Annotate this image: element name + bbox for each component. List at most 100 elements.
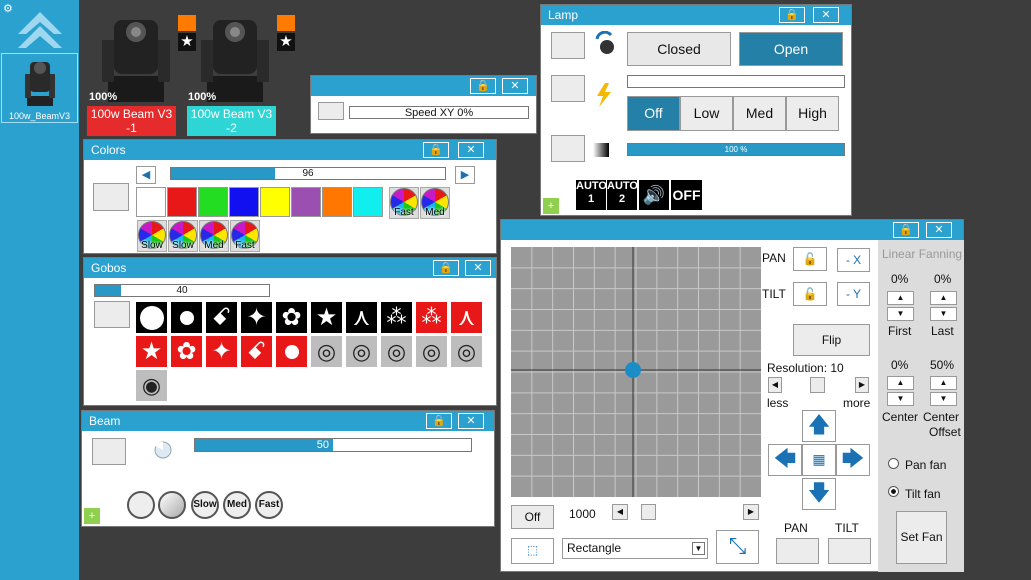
- color-wheel-med[interactable]: Med: [420, 187, 450, 219]
- speed-toggle-button[interactable]: [318, 102, 344, 120]
- colors-window-titlebar[interactable]: Colors 🔒 ✕: [84, 140, 496, 160]
- beam-window-titlebar[interactable]: Beam 🔒 ✕: [82, 411, 494, 431]
- pan-tilt-grid[interactable]: [511, 247, 761, 497]
- gobo-star-icon[interactable]: ★: [311, 302, 342, 333]
- pantilt-off-button[interactable]: Off: [511, 505, 554, 529]
- color-swatch[interactable]: [229, 187, 259, 217]
- tilt-bottom-button[interactable]: [828, 538, 871, 564]
- gobo-swirl-icon[interactable]: ꗃ: [206, 302, 237, 333]
- speed-slider-thumb[interactable]: [641, 504, 656, 520]
- lamp-window-titlebar[interactable]: Lamp 🔒 ✕: [541, 5, 851, 25]
- gobo-dot-icon[interactable]: [171, 302, 202, 333]
- up-arrow-icon[interactable]: [16, 10, 64, 50]
- gobo-rotate-icon[interactable]: ◉: [136, 370, 167, 401]
- center-grid-icon[interactable]: ▦: [802, 444, 836, 476]
- auto-2-button[interactable]: AUTO 2: [607, 180, 638, 210]
- strobe-slider[interactable]: [627, 75, 845, 88]
- gobo-red-flower-icon[interactable]: ✿: [171, 336, 202, 367]
- color-wheel-fast[interactable]: Fast: [389, 187, 419, 219]
- up-arrow-icon[interactable]: 🡅: [802, 410, 836, 442]
- fixture-1-label[interactable]: 100w Beam V3 -1: [87, 106, 176, 136]
- speed-xy-slider[interactable]: Speed XY 0%: [349, 106, 529, 119]
- gobo-open-circle-icon[interactable]: [136, 302, 167, 333]
- lock-icon[interactable]: 🔒: [423, 142, 449, 158]
- lock-icon[interactable]: 🔒: [893, 222, 919, 238]
- gobo-shake-icon[interactable]: ◎: [346, 336, 377, 367]
- add-icon[interactable]: +: [543, 198, 559, 214]
- strobe-med-button[interactable]: Med: [733, 96, 786, 131]
- open-button[interactable]: Open: [739, 32, 843, 66]
- lock-icon[interactable]: 🔒: [779, 7, 805, 23]
- first-down-button[interactable]: ▼: [887, 307, 914, 321]
- gobo-shake-icon[interactable]: ◎: [416, 336, 447, 367]
- color-wheel-slow[interactable]: Slow: [137, 220, 167, 252]
- lock-icon[interactable]: 🔒: [433, 260, 459, 276]
- pan-fan-radio[interactable]: [888, 458, 899, 469]
- star-icon[interactable]: ★: [277, 33, 295, 51]
- color-swatch[interactable]: [291, 187, 321, 217]
- color-swatch[interactable]: [167, 187, 197, 217]
- gobos-window-titlebar[interactable]: Gobos 🔒 ✕: [84, 258, 496, 278]
- close-icon[interactable]: ✕: [458, 142, 484, 158]
- gobo-shake-icon[interactable]: ◎: [451, 336, 482, 367]
- pan-lock-icon[interactable]: 🔓: [793, 247, 827, 271]
- color-swatch[interactable]: [198, 187, 228, 217]
- left-arrow-icon[interactable]: ◀: [136, 166, 156, 184]
- down-arrow-icon[interactable]: 🡇: [802, 478, 836, 510]
- flip-button[interactable]: Flip: [793, 324, 870, 356]
- close-icon[interactable]: ✕: [465, 260, 491, 276]
- beam-open-button[interactable]: [127, 491, 155, 519]
- pan-bottom-button[interactable]: [776, 538, 819, 564]
- offset-up-button[interactable]: ▲: [930, 376, 957, 390]
- pan-tilt-handle[interactable]: [625, 362, 641, 378]
- gobo-dots-ring-icon[interactable]: ⁂: [381, 302, 412, 333]
- shutter-toggle-button[interactable]: [551, 32, 585, 59]
- color-wheel-fast-2[interactable]: Fast: [230, 220, 260, 252]
- center-down-button[interactable]: ▼: [887, 392, 914, 406]
- invert-y-button[interactable]: - Y: [837, 282, 870, 306]
- strobe-low-button[interactable]: Low: [680, 96, 733, 131]
- gobo-tri-spike-icon[interactable]: ⋏: [346, 302, 377, 333]
- gobos-slider[interactable]: 40: [94, 284, 270, 297]
- invert-x-button[interactable]: - X: [837, 248, 870, 272]
- close-icon[interactable]: ✕: [813, 7, 839, 23]
- gobo-red-dot-icon[interactable]: [276, 336, 307, 367]
- speed-right-arrow[interactable]: ▶: [743, 504, 759, 520]
- beam-slider[interactable]: 50: [194, 438, 472, 452]
- beam-toggle-button[interactable]: [92, 438, 126, 465]
- gobo-shake-icon[interactable]: ◎: [311, 336, 342, 367]
- gobo-shake-icon[interactable]: ◎: [381, 336, 412, 367]
- speed-window-titlebar[interactable]: 🔒 ✕: [311, 76, 536, 96]
- colors-toggle-button[interactable]: [93, 183, 129, 211]
- gobo-red-star-point-icon[interactable]: ✦: [206, 336, 237, 367]
- closed-button[interactable]: Closed: [627, 32, 731, 66]
- gobo-red-dots-ring-icon[interactable]: ⁂: [416, 302, 447, 333]
- close-icon[interactable]: ✕: [502, 78, 528, 94]
- last-down-button[interactable]: ▼: [930, 307, 957, 321]
- dimmer-toggle-button[interactable]: [551, 135, 585, 162]
- fixture-2-label[interactable]: 100w Beam V3 -2: [187, 106, 276, 136]
- gobo-red-swirl-icon[interactable]: ꗃ: [241, 336, 272, 367]
- gobo-flower-icon[interactable]: ✿: [276, 302, 307, 333]
- close-icon[interactable]: ✕: [458, 413, 484, 429]
- strobe-toggle-button[interactable]: [551, 75, 585, 102]
- resolution-left-arrow[interactable]: ◀: [768, 377, 782, 393]
- close-icon[interactable]: ✕: [926, 222, 952, 238]
- gobo-star-point-icon[interactable]: ✦: [241, 302, 272, 333]
- selection-rect-icon[interactable]: ⬚: [511, 538, 554, 564]
- first-up-button[interactable]: ▲: [887, 291, 914, 305]
- gobos-toggle-button[interactable]: [94, 301, 130, 328]
- color-wheel-med-2[interactable]: Med: [199, 220, 229, 252]
- color-swatch[interactable]: [260, 187, 290, 217]
- beam-fast-button[interactable]: Fast: [255, 491, 283, 519]
- fixture-tile[interactable]: 100w_BeamV3: [1, 53, 78, 123]
- shape-select[interactable]: Rectangle ▼: [562, 538, 708, 559]
- color-wheel-slow-2[interactable]: Slow: [168, 220, 198, 252]
- gobo-red-star-icon[interactable]: ★: [136, 336, 167, 367]
- strobe-high-button[interactable]: High: [786, 96, 839, 131]
- set-fan-button[interactable]: Set Fan: [896, 511, 947, 564]
- colors-slider[interactable]: 96: [170, 167, 446, 180]
- center-up-button[interactable]: ▲: [887, 376, 914, 390]
- color-swatch[interactable]: [322, 187, 352, 217]
- color-swatch[interactable]: [136, 187, 166, 217]
